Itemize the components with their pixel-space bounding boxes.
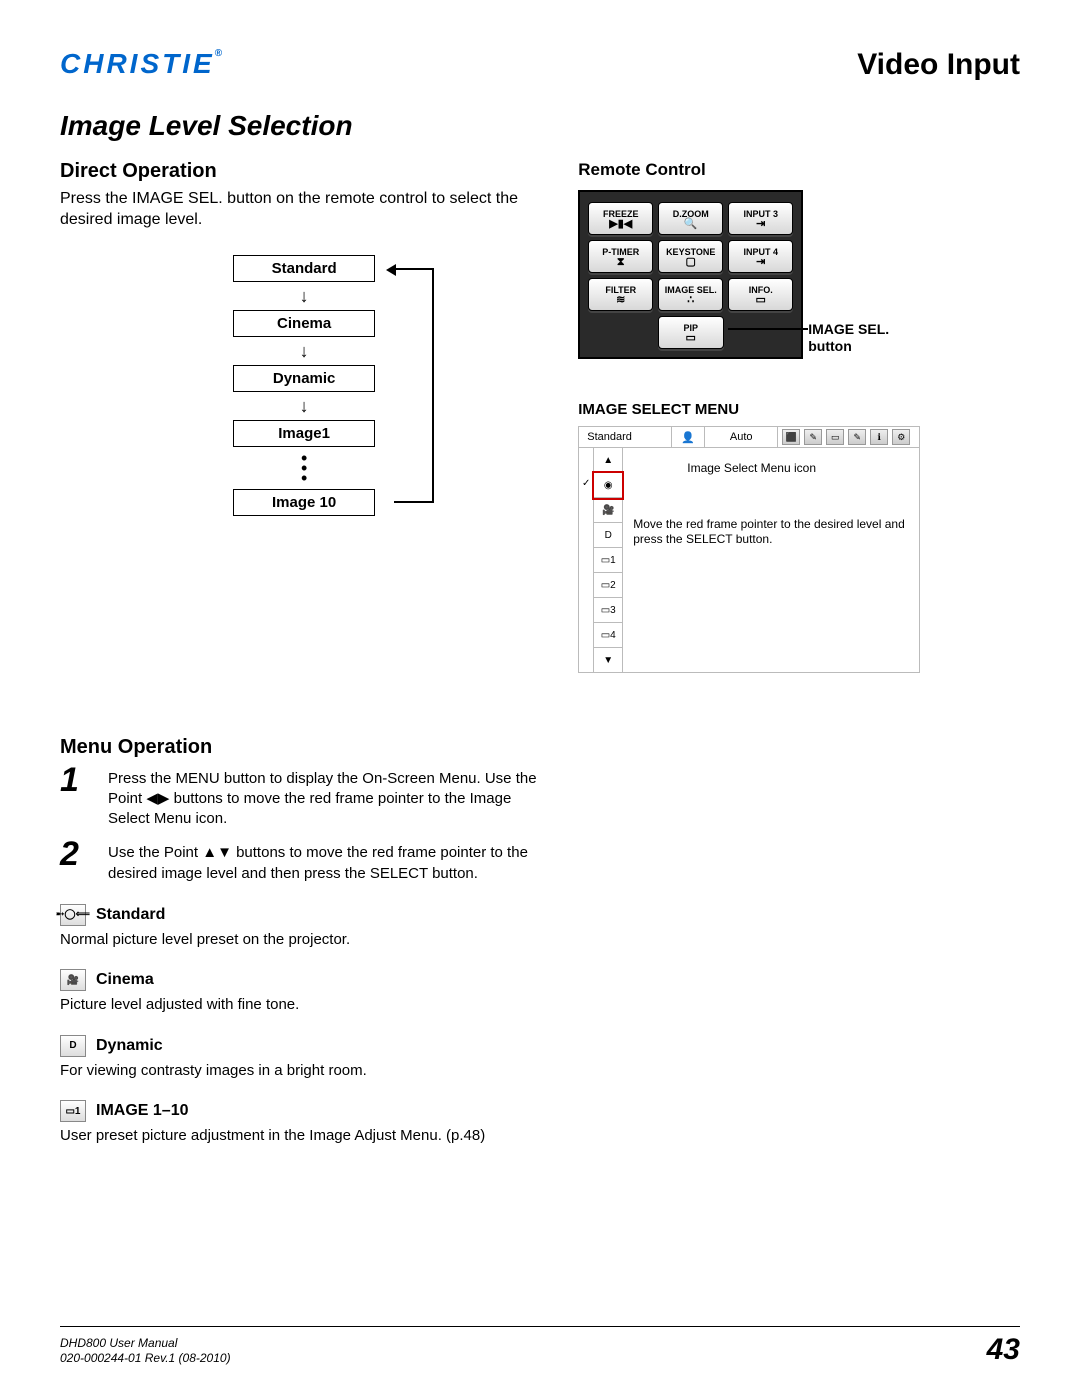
page-number: 43	[987, 1333, 1020, 1367]
menu-top-icons: ⬛ ✎ ▭ ✎ ℹ ⚙	[778, 427, 919, 447]
scroll-up-icon[interactable]: ▲	[594, 448, 622, 473]
desc-title: Standard	[96, 906, 165, 924]
cycle-item: Dynamic	[233, 365, 375, 392]
cinema-icon: 🎥	[60, 969, 86, 991]
desc-title: Dynamic	[96, 1037, 163, 1055]
remote-button-image-sel[interactable]: IMAGE SEL.∴	[658, 278, 723, 311]
dynamic-icon: D	[60, 1035, 86, 1057]
direct-operation-heading: Direct Operation	[60, 160, 548, 183]
remote-button-dzoom[interactable]: D.ZOOM🔍	[658, 202, 723, 235]
remote-control-heading: Remote Control	[578, 160, 1020, 180]
step-number: 2	[60, 839, 94, 884]
footer-info: DHD800 User Manual 020-000244-01 Rev.1 (…	[60, 1336, 231, 1367]
menu-auto-label: Auto	[705, 427, 778, 447]
remote-button-info[interactable]: INFO.▭	[728, 278, 793, 311]
menu-item-icon[interactable]: ▭3	[594, 598, 622, 623]
step-text: Press the MENU button to display the On-…	[108, 769, 548, 830]
remote-button-filter[interactable]: FILTER≋	[588, 278, 653, 311]
menu-icon: ✎	[848, 429, 866, 445]
callout-menu-icon: Image Select Menu icon	[687, 460, 909, 477]
desc-title: Cinema	[96, 971, 154, 989]
desc-body: For viewing contrasty images in a bright…	[60, 1061, 548, 1081]
brand-logo: CHRISTIE®	[60, 48, 225, 80]
cycle-item: Image1	[233, 420, 375, 447]
menu-item-icon[interactable]: D	[594, 523, 622, 548]
menu-item-icon[interactable]: ◉	[594, 473, 622, 498]
menu-side-icons: ▲ ◉ 🎥 D ▭1 ▭2 ▭3 ▭4 ▼	[594, 448, 623, 672]
remote-button-input4[interactable]: INPUT 4⇥	[728, 240, 793, 273]
image-preset-icon: ▭1	[60, 1100, 86, 1122]
menu-icon: ℹ	[870, 429, 888, 445]
image-select-menu-figure: Standard 👤 Auto ⬛ ✎ ▭ ✎ ℹ ⚙ ✓	[578, 426, 920, 673]
menu-checkmark-column: ✓	[579, 448, 594, 672]
callout-move-pointer: Move the red frame pointer to the desire…	[633, 517, 909, 548]
step-text: Use the Point ▲▼ buttons to move the red…	[108, 843, 548, 884]
cycle-item: Cinema	[233, 310, 375, 337]
menu-operation-heading: Menu Operation	[60, 736, 548, 759]
menu-item-icon[interactable]: 🎥	[594, 498, 622, 523]
direct-operation-text: Press the IMAGE SEL. button on the remot…	[60, 189, 548, 231]
menu-icon: ✎	[804, 429, 822, 445]
desc-body: Normal picture level preset on the proje…	[60, 930, 548, 950]
menu-current-label: Standard	[579, 427, 672, 447]
menu-icon: ⚙	[892, 429, 910, 445]
remote-button-keystone[interactable]: KEYSTONE▢	[658, 240, 723, 273]
menu-item-icon[interactable]: ▭4	[594, 623, 622, 648]
menu-icon: ⬛	[782, 429, 800, 445]
chapter-title: Video Input	[857, 48, 1020, 82]
remote-button-ptimer[interactable]: P-TIMER⧗	[588, 240, 653, 273]
menu-mode-icon: 👤	[672, 427, 705, 447]
remote-button-input3[interactable]: INPUT 3⇥	[728, 202, 793, 235]
section-title: Image Level Selection	[60, 110, 1020, 142]
step-number: 1	[60, 765, 94, 830]
desc-title: IMAGE 1–10	[96, 1102, 188, 1120]
callout-image-sel: IMAGE SEL. button	[808, 321, 908, 355]
remote-figure: FREEZE▶▮◀ D.ZOOM🔍 INPUT 3⇥ P-TIMER⧗ KEYS…	[578, 190, 1020, 359]
menu-icon: ▭	[826, 429, 844, 445]
menu-item-icon[interactable]: ▭1	[594, 548, 622, 573]
remote-button-freeze[interactable]: FREEZE▶▮◀	[588, 202, 653, 235]
image-select-menu-title: IMAGE SELECT MENU	[578, 401, 1020, 418]
remote-button-pip[interactable]: PIP▭	[658, 316, 724, 349]
desc-body: User preset picture adjustment in the Im…	[60, 1126, 548, 1146]
cycle-diagram: Standard ↓ Cinema ↓ Dynamic ↓ Image1 •••…	[174, 255, 434, 516]
menu-item-icon[interactable]: ▭2	[594, 573, 622, 598]
cycle-item: Standard	[233, 255, 375, 282]
desc-body: Picture level adjusted with fine tone.	[60, 995, 548, 1015]
cycle-item: Image 10	[233, 489, 375, 516]
standard-icon: ➸◯⟸	[60, 904, 86, 926]
scroll-down-icon[interactable]: ▼	[594, 648, 622, 672]
